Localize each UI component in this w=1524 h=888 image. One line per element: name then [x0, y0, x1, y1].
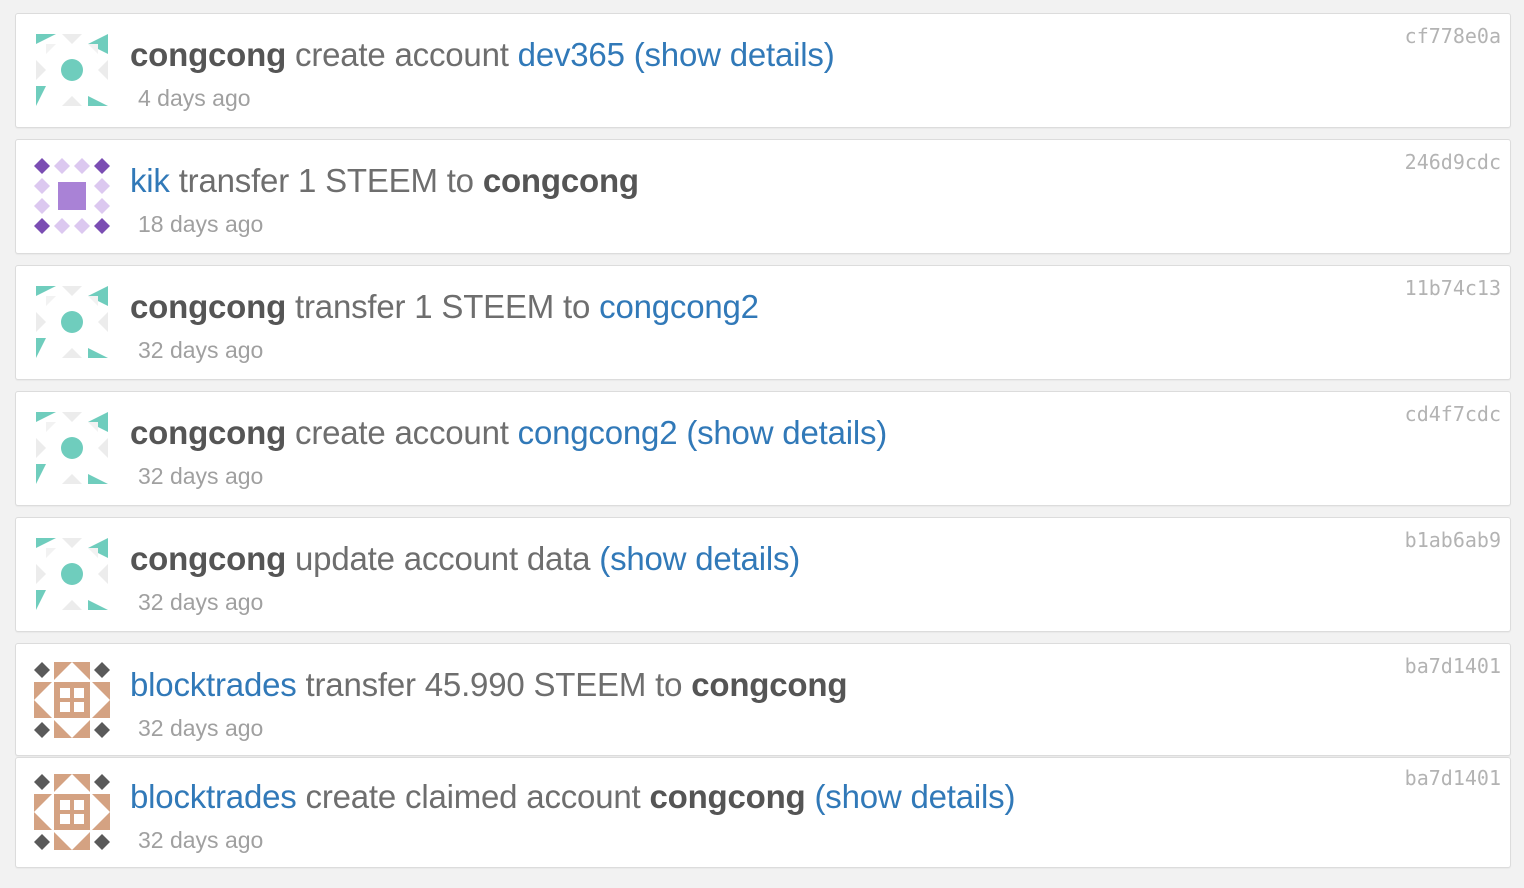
target-link[interactable]: congcong2 — [599, 288, 759, 325]
actor-name[interactable]: congcong — [130, 414, 286, 451]
timestamp[interactable]: 32 days ago — [138, 588, 263, 616]
target-link[interactable]: congcong — [691, 666, 847, 703]
actor-name[interactable]: blocktrades — [130, 778, 297, 815]
actor-name[interactable]: blocktrades — [130, 666, 297, 703]
transaction-hash[interactable]: cf778e0a — [1405, 24, 1501, 48]
target-link[interactable]: congcong2 — [518, 414, 678, 451]
feed-item: kik transfer 1 STEEM to congcong 18 days… — [15, 139, 1511, 254]
activity-text: congcong create account congcong2 (show … — [130, 413, 887, 453]
activity-verb: create account — [295, 36, 509, 73]
avatar-congcong-identicon[interactable] — [32, 30, 112, 110]
feed-item: congcong update account data (show detai… — [15, 517, 1511, 632]
activity-verb: transfer 1 STEEM to — [295, 288, 591, 325]
avatar-blocktrades-identicon[interactable] — [32, 772, 112, 852]
show-details-link[interactable]: (show details) — [599, 540, 800, 577]
show-details-link[interactable]: (show details) — [686, 414, 887, 451]
actor-name[interactable]: congcong — [130, 36, 286, 73]
avatar-kik-identicon[interactable] — [32, 156, 112, 236]
transaction-hash[interactable]: b1ab6ab9 — [1405, 528, 1501, 552]
target-link[interactable]: congcong — [483, 162, 639, 199]
target-link[interactable]: congcong — [649, 778, 805, 815]
timestamp[interactable]: 32 days ago — [138, 826, 263, 854]
timestamp[interactable]: 4 days ago — [138, 84, 251, 112]
transaction-hash[interactable]: ba7d1401 — [1405, 766, 1501, 790]
avatar-congcong-identicon[interactable] — [32, 282, 112, 362]
activity-text: blocktrades transfer 45.990 STEEM to con… — [130, 665, 847, 705]
timestamp[interactable]: 32 days ago — [138, 462, 263, 490]
timestamp[interactable]: 18 days ago — [138, 210, 263, 238]
activity-verb: transfer 1 STEEM to — [178, 162, 474, 199]
feed-item: congcong transfer 1 STEEM to congcong2 3… — [15, 265, 1511, 380]
activity-verb: update account data — [295, 540, 591, 577]
feed-item: congcong create account congcong2 (show … — [15, 391, 1511, 506]
avatar-blocktrades-identicon[interactable] — [32, 660, 112, 740]
actor-name[interactable]: kik — [130, 162, 170, 199]
activity-text: congcong update account data (show detai… — [130, 539, 800, 579]
transaction-hash[interactable]: ba7d1401 — [1405, 654, 1501, 678]
activity-text: kik transfer 1 STEEM to congcong — [130, 161, 639, 201]
transaction-hash[interactable]: cd4f7cdc — [1405, 402, 1501, 426]
transaction-hash[interactable]: 246d9cdc — [1405, 150, 1501, 174]
timestamp[interactable]: 32 days ago — [138, 714, 263, 742]
activity-text: blocktrades create claimed account congc… — [130, 777, 1015, 817]
activity-verb: create claimed account — [305, 778, 641, 815]
feed-item: blocktrades transfer 45.990 STEEM to con… — [15, 643, 1511, 756]
feed-item: congcong create account dev365 (show det… — [15, 13, 1511, 128]
avatar-congcong-identicon[interactable] — [32, 534, 112, 614]
avatar-congcong-identicon[interactable] — [32, 408, 112, 488]
timestamp[interactable]: 32 days ago — [138, 336, 263, 364]
actor-name[interactable]: congcong — [130, 288, 286, 325]
target-link[interactable]: dev365 — [518, 36, 625, 73]
transaction-hash[interactable]: 11b74c13 — [1405, 276, 1501, 300]
show-details-link[interactable]: (show details) — [814, 778, 1015, 815]
activity-verb: create account — [295, 414, 509, 451]
actor-name[interactable]: congcong — [130, 540, 286, 577]
activity-text: congcong create account dev365 (show det… — [130, 35, 835, 75]
activity-verb: transfer 45.990 STEEM to — [305, 666, 683, 703]
feed-item: blocktrades create claimed account congc… — [15, 757, 1511, 868]
activity-text: congcong transfer 1 STEEM to congcong2 — [130, 287, 759, 327]
show-details-link[interactable]: (show details) — [634, 36, 835, 73]
